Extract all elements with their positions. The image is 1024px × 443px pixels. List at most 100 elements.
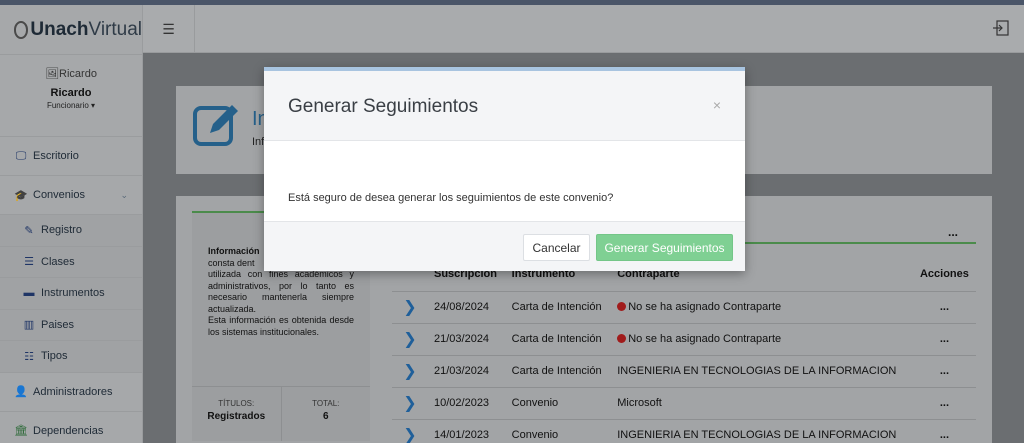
logout-button[interactable]: [992, 19, 1010, 42]
row-actions-button[interactable]: ...: [912, 291, 976, 324]
list-alt-icon: ☷: [24, 350, 34, 363]
col-acciones: Acciones: [912, 257, 976, 292]
sidebar-item-registro[interactable]: ✎ Registro: [0, 215, 142, 247]
expand-row-button[interactable]: ❯: [392, 387, 428, 420]
stat-titulos: TÍTULOS: Registrados: [192, 387, 281, 441]
sidebar-item-clases[interactable]: ☰ Clases: [0, 246, 142, 278]
menu-toggle-button[interactable]: ☰: [143, 5, 195, 53]
page-subtitle: Inf: [252, 136, 265, 148]
cell-date: 10/02/2023: [428, 387, 506, 420]
stat-key: TÍTULOS:: [218, 399, 255, 408]
modal-message: Está seguro de desea generar los seguimi…: [288, 192, 614, 204]
expand-row-button[interactable]: ❯: [392, 291, 428, 324]
stats-row: TÍTULOS: Registrados TOTAL: 6: [192, 386, 370, 441]
modal-body: Está seguro de desea generar los seguimi…: [264, 141, 745, 221]
alert-dot-icon: [617, 334, 627, 343]
stat-value: Registrados: [207, 411, 266, 422]
table-row: ❯ 24/08/2024 Carta de Intención No se ha…: [392, 291, 976, 324]
cell-counterpart: Microsoft: [611, 387, 913, 420]
expand-row-button[interactable]: ❯: [392, 323, 428, 356]
users-icon: 👤: [14, 386, 28, 398]
brand-light: Virtual: [88, 18, 142, 40]
top-header: ☰: [143, 5, 1024, 53]
counterpart-text: No se ha asignado Contraparte: [628, 333, 782, 345]
caret-down-icon: ▾: [91, 101, 96, 110]
generate-seguimientos-button[interactable]: Generar Seguimientos: [596, 234, 733, 261]
sidebar-item-convenios[interactable]: 🎓 Convenios ⌄: [0, 176, 142, 215]
sidebar-item-instrumentos[interactable]: ▬ Instrumentos: [0, 278, 142, 310]
sidebar-item-tipos[interactable]: ☷ Tipos: [0, 341, 142, 373]
stat-total: TOTAL: 6: [280, 387, 371, 441]
sign-out-icon: [993, 20, 1009, 36]
sidebar-item-label: Tipos: [41, 350, 68, 363]
sidebar-item-escritorio[interactable]: 🖵 Escritorio: [0, 137, 142, 176]
cell-instrument: Convenio: [505, 387, 612, 420]
expand-row-button[interactable]: ❯: [392, 419, 428, 443]
sidebar-item-paises[interactable]: ▥ Paises: [0, 309, 142, 341]
sidebar-item-label: Instrumentos: [41, 287, 105, 300]
cancel-button[interactable]: Cancelar: [523, 234, 590, 261]
sidebar: Unach Virtual 🖼Ricardo Ricardo Funcionari…: [0, 5, 143, 443]
list-icon: ☰: [24, 256, 34, 269]
cell-counterpart: No se ha asignado Contraparte: [611, 323, 913, 356]
convenios-table: Suscripción Instrumento Contraparte Acci…: [392, 257, 976, 443]
table-row: ❯ 10/02/2023 Convenio Microsoft ...: [392, 387, 976, 420]
brand-logo[interactable]: Unach Virtual: [0, 5, 142, 55]
modal-footer: Cancelar Generar Seguimientos: [264, 221, 745, 271]
user-panel: 🖼Ricardo Ricardo Funcionario ▾: [0, 55, 142, 137]
brand-bold: Unach: [30, 18, 89, 40]
logo-icon: [14, 20, 29, 39]
chevron-right-icon: ❯: [403, 363, 417, 380]
modal-title: Generar Seguimientos: [288, 96, 479, 117]
chevron-right-icon: ❯: [403, 299, 417, 316]
chevron-right-icon: ❯: [403, 331, 417, 348]
chevron-right-icon: ❯: [403, 427, 417, 443]
modal-header: Generar Seguimientos ×: [264, 71, 745, 141]
avatar-alt: Ricardo: [59, 68, 97, 80]
cell-counterpart: No se ha asignado Contraparte: [611, 291, 913, 324]
stat-value: 6: [322, 411, 329, 422]
cell-date: 24/08/2024: [428, 291, 506, 324]
row-actions-button[interactable]: ...: [912, 419, 976, 443]
info-line1: consta dent: [208, 257, 255, 268]
user-name: Ricardo: [50, 87, 92, 99]
sidebar-item-label: Escritorio: [33, 150, 79, 162]
stat-key: TOTAL:: [312, 399, 340, 408]
sidebar-item-label: Clases: [41, 255, 75, 268]
cell-counterpart: INGENIERIA EN TECNOLOGIAS DE LA INFORMAC…: [611, 419, 913, 443]
row-actions-button[interactable]: ...: [912, 323, 976, 356]
sidebar-item-label: Registro: [41, 224, 82, 237]
cell-instrument: Carta de Intención: [505, 323, 612, 356]
monitor-icon: 🖵: [15, 149, 27, 162]
table-row: ❯ 21/03/2024 Carta de Intención No se ha…: [392, 323, 976, 356]
table-row: ❯ 21/03/2024 Carta de Intención INGENIER…: [392, 355, 976, 388]
modal-close-button[interactable]: ×: [713, 97, 721, 113]
avatar: 🖼Ricardo: [45, 68, 97, 80]
sidebar-item-label: Convenios: [33, 189, 85, 201]
briefcase-icon: ▬: [23, 287, 35, 300]
info-body-more: Esta información es obtenida desde los s…: [208, 315, 354, 337]
info-heading: Información: [208, 246, 260, 256]
table-row: ❯ 14/01/2023 Convenio INGENIERIA EN TECN…: [392, 419, 976, 443]
row-actions-button[interactable]: ...: [912, 355, 976, 388]
sidebar-item-label: Administradores: [33, 385, 113, 398]
sidebar-item-label: Dependencias: [33, 424, 104, 437]
info-body: utilizada con fines académicos y adminis…: [208, 269, 354, 314]
cell-instrument: Carta de Intención: [505, 355, 612, 388]
user-role: Funcionario: [46, 101, 89, 110]
table-menu-button[interactable]: ...: [948, 225, 958, 239]
columns-icon: ▥: [23, 319, 35, 332]
counterpart-text: No se ha asignado Contraparte: [628, 301, 782, 313]
cell-counterpart: INGENIERIA EN TECNOLOGIAS DE LA INFORMAC…: [611, 355, 913, 388]
sidebar-item-dependencias[interactable]: 🏛 Dependencias: [0, 412, 142, 443]
cell-date: 21/03/2024: [428, 355, 506, 388]
institution-icon: 🏛: [14, 425, 28, 437]
cell-instrument: Carta de Intención: [505, 291, 612, 324]
user-role-dropdown[interactable]: Funcionario ▾: [0, 101, 142, 110]
alert-dot-icon: [617, 302, 627, 311]
expand-row-button[interactable]: ❯: [392, 355, 428, 388]
cell-date: 21/03/2024: [428, 323, 506, 356]
row-actions-button[interactable]: ...: [912, 387, 976, 420]
sidebar-item-label: Paises: [41, 318, 75, 331]
sidebar-item-administradores[interactable]: 👤 Administradores: [0, 373, 142, 412]
